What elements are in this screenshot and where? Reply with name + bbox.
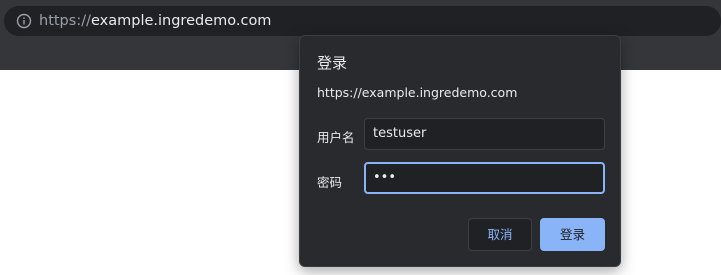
- password-label: 密码: [317, 175, 343, 190]
- dialog-origin: https://example.ingredemo.com: [317, 85, 518, 100]
- dialog-title: 登录: [317, 54, 348, 72]
- login-button[interactable]: 登录: [540, 218, 605, 251]
- address-bar[interactable]: https://example.ingredemo.com: [4, 6, 721, 36]
- address-url[interactable]: https://example.ingredemo.com: [39, 6, 271, 36]
- username-field[interactable]: testuser: [364, 118, 605, 150]
- cancel-button[interactable]: 取消: [468, 218, 532, 251]
- info-circle-icon[interactable]: [16, 13, 32, 29]
- password-field[interactable]: •••: [364, 162, 605, 194]
- login-dialog: 登录 https://example.ingredemo.com 用户名 tes…: [299, 35, 621, 267]
- username-label: 用户名: [317, 130, 355, 145]
- url-host: example.ingredemo.com: [90, 13, 272, 29]
- url-scheme: https://: [39, 13, 91, 29]
